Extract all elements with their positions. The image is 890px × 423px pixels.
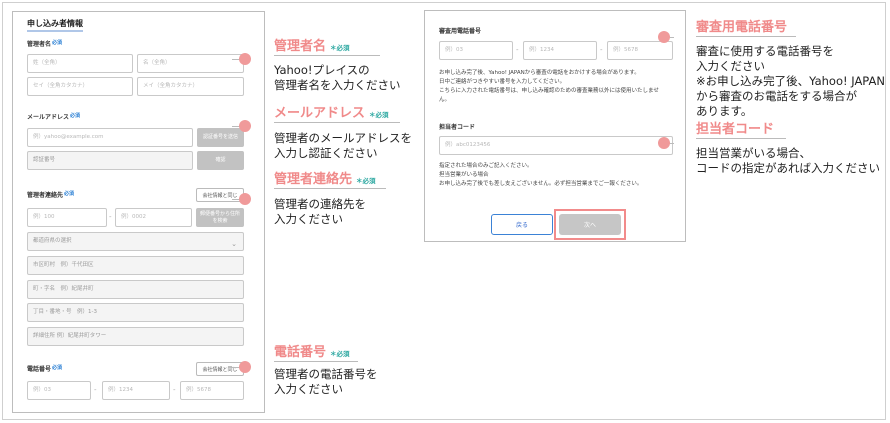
annotation-staff-code-desc: 担当営業がいる場合、 コードの指定があれば入力ください — [696, 146, 880, 175]
annotation-email-desc: 管理者のメールアドレスを 入力し認証ください — [274, 131, 412, 160]
phone-same-as-company-button[interactable]: 会社情報と同じ — [196, 362, 244, 376]
phone-1-input[interactable]: 例）03 — [27, 381, 91, 400]
prefecture-select[interactable]: 都道府県の選択 ⌄ — [27, 232, 244, 251]
town-input[interactable]: 町・字名 例）紀尾井町 — [27, 280, 244, 299]
annotation-manager-name-desc: Yahoo!プレイスの 管理者名を入力ください — [274, 63, 401, 92]
marker-dot-review-phone — [658, 31, 670, 43]
phone-2-input[interactable]: 例）1234 — [102, 381, 170, 400]
annotation-email-title: メールアドレス ＊必須 — [274, 106, 389, 121]
annotation-underline-manager-name — [274, 55, 380, 56]
postal-dash: - — [109, 213, 112, 221]
annotation-staff-code-title: 担当者コード — [696, 122, 775, 137]
marker-dot-phone — [239, 361, 251, 373]
staff-code-input[interactable]: 例）abc0123456 — [439, 136, 673, 155]
building-input[interactable]: 詳細住所 例）紀尾井町タワー — [27, 327, 244, 346]
review-phone-3-input[interactable]: 例）5678 — [607, 41, 673, 60]
back-button[interactable]: 戻る — [491, 214, 553, 235]
next-button[interactable]: 次へ — [559, 214, 621, 235]
manager-sei-kana-input[interactable]: セイ（全角カタカナ） — [27, 77, 133, 96]
annotation-underline-contact — [274, 188, 386, 189]
review-info-form: 審査用電話番号 例）03 - 例）1234 - 例）5678 お申し込み完了後、… — [424, 10, 686, 242]
form-title: 申し込み者情報 — [27, 18, 83, 32]
annotation-underline-staff-code — [696, 138, 786, 139]
postal-code-1-input[interactable]: 例）100 — [27, 208, 107, 227]
review-phone-dash-1: - — [516, 46, 519, 54]
annotation-underline-review-phone — [696, 36, 796, 37]
verify-button[interactable]: 確認 — [197, 151, 244, 170]
annotation-underline-email — [274, 122, 400, 123]
phone-3-input[interactable]: 例）5678 — [180, 381, 244, 400]
email-input[interactable]: 例）yahoo@example.com — [27, 128, 193, 147]
phone-label: 電話番号必須 — [27, 365, 63, 373]
review-phone-1-input[interactable]: 例）03 — [439, 41, 513, 60]
email-label: メールアドレス必須 — [27, 113, 81, 121]
manager-sei-input[interactable]: 姓（全角） — [27, 54, 133, 73]
block-input[interactable]: 丁目・番地・号 例）1-3 — [27, 303, 244, 322]
review-phone-2-input[interactable]: 例）1234 — [523, 41, 597, 60]
staff-code-label: 担当者コード — [439, 124, 476, 131]
annotation-review-phone-title: 審査用電話番号 — [696, 20, 788, 35]
manager-mei-kana-input[interactable]: メイ（全角カタカナ） — [137, 77, 244, 96]
annotation-phone-title: 電話番号 ＊必須 — [274, 345, 350, 360]
verification-code-input[interactable]: 認証番号 — [27, 151, 193, 170]
postal-code-2-input[interactable]: 例）0002 — [115, 208, 192, 227]
annotation-manager-name-title: 管理者名 ＊必須 — [274, 39, 350, 54]
send-code-button[interactable]: 認証番号を送信 — [197, 128, 244, 147]
applicant-info-form: 申し込み者情報 管理者名必須 姓（全角） 名（全角） セイ（全角カタカナ） メイ… — [12, 11, 265, 413]
address-search-button[interactable]: 郵便番号から住所を検索 — [196, 208, 244, 227]
next-button-highlight: 次へ — [554, 209, 626, 240]
manager-name-label: 管理者名必須 — [27, 40, 63, 48]
review-phone-note: お申し込み完了後、Yahoo! JAPANから審査の電話をおかけする場合がありま… — [439, 70, 659, 103]
marker-dot-staff-code — [658, 137, 670, 149]
annotation-underline-phone — [274, 361, 358, 362]
marker-dot-manager-name — [239, 53, 251, 65]
review-phone-dash-2: - — [600, 46, 603, 54]
annotation-contact-desc: 管理者の連絡先を 入力ください — [274, 197, 366, 226]
phone-dash-2: - — [173, 386, 176, 394]
chevron-down-icon: ⌄ — [231, 240, 237, 248]
manager-mei-input[interactable]: 名（全角） — [137, 54, 244, 73]
review-phone-label: 審査用電話番号 — [439, 28, 482, 35]
annotation-phone-desc: 管理者の電話番号を 入力ください — [274, 367, 378, 396]
city-input[interactable]: 市区町村 例）千代田区 — [27, 256, 244, 275]
contact-label: 管理者連絡先必須 — [27, 191, 75, 199]
annotation-contact-title: 管理者連絡先 ＊必須 — [274, 172, 376, 187]
phone-dash-1: - — [94, 386, 97, 394]
staff-code-note: 指定された場合のみご記入ください。 担当営業がいる場合 お申し込み完了後でも差し… — [439, 163, 643, 187]
annotation-review-phone-desc: 審査に使用する電話番号を 入力ください ※お申し込み完了後、Yahoo! JAP… — [696, 44, 885, 118]
marker-dot-email — [239, 120, 251, 132]
marker-dot-contact — [239, 193, 251, 205]
